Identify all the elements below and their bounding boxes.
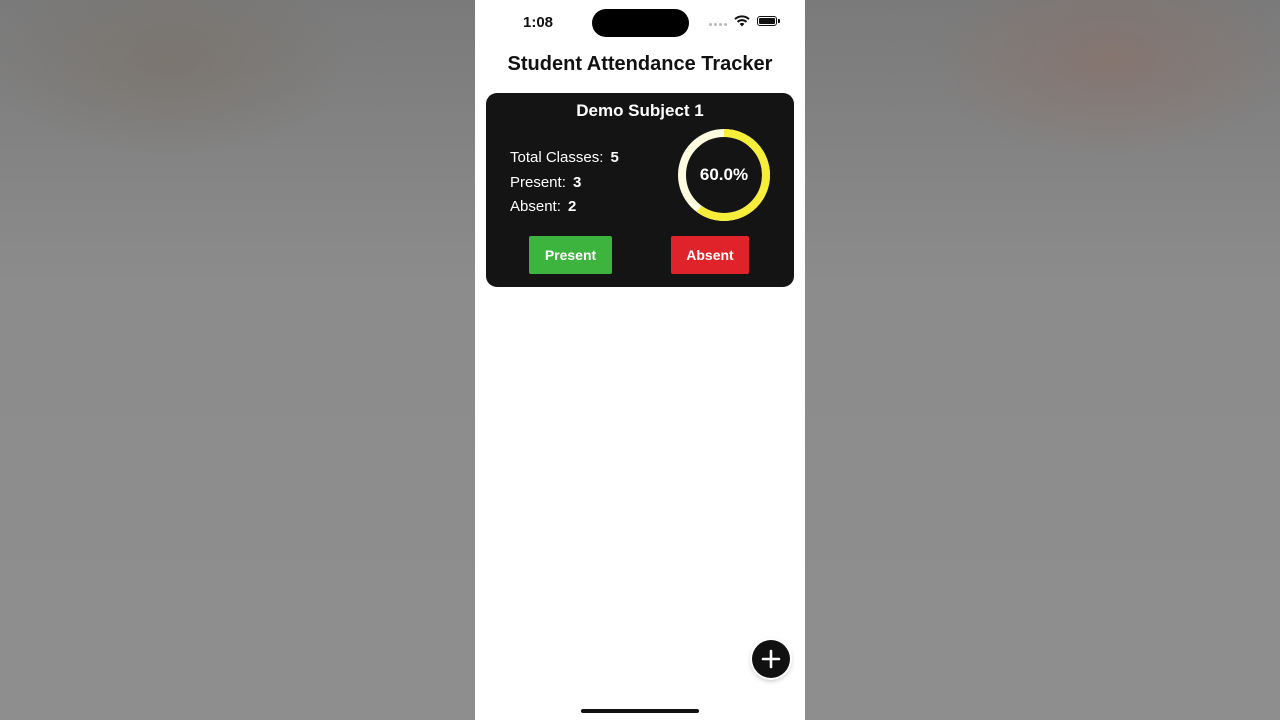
status-icons	[709, 15, 780, 27]
subject-name: Demo Subject 1	[576, 101, 704, 120]
mark-present-button[interactable]: Present	[529, 236, 612, 274]
absent-count-row: Absent: 2	[510, 195, 619, 220]
battery-icon	[757, 16, 780, 26]
phone-screen: 1:08 Student Attendance Tracker Demo Sub…	[475, 0, 805, 720]
attendance-stats: Total Classes: 5 Present: 3 Absent: 2	[510, 146, 619, 220]
app-title: Student Attendance Tracker	[507, 53, 773, 75]
total-classes-label: Total Classes:	[510, 149, 604, 166]
present-count-label: Present:	[510, 173, 566, 191]
present-count-row: Present: 3	[510, 171, 619, 196]
present-count-value: 3	[573, 173, 582, 191]
absent-count-label: Absent:	[510, 198, 561, 215]
status-time: 1:08	[523, 14, 554, 31]
add-subject-button[interactable]	[752, 640, 790, 678]
signal-icon	[709, 17, 727, 26]
absent-count-value: 2	[568, 198, 577, 215]
dynamic-island	[592, 9, 689, 37]
home-indicator	[581, 709, 699, 713]
plus-icon	[761, 649, 781, 669]
wifi-icon	[734, 15, 750, 27]
subject-card[interactable]: Demo Subject 1 Total Classes: 5 Present:…	[486, 93, 794, 287]
total-classes-row: Total Classes: 5	[510, 146, 619, 171]
mark-absent-button[interactable]: Absent	[671, 236, 749, 274]
attendance-percentage: 60.0%	[699, 165, 749, 184]
total-classes-value: 5	[610, 149, 619, 166]
